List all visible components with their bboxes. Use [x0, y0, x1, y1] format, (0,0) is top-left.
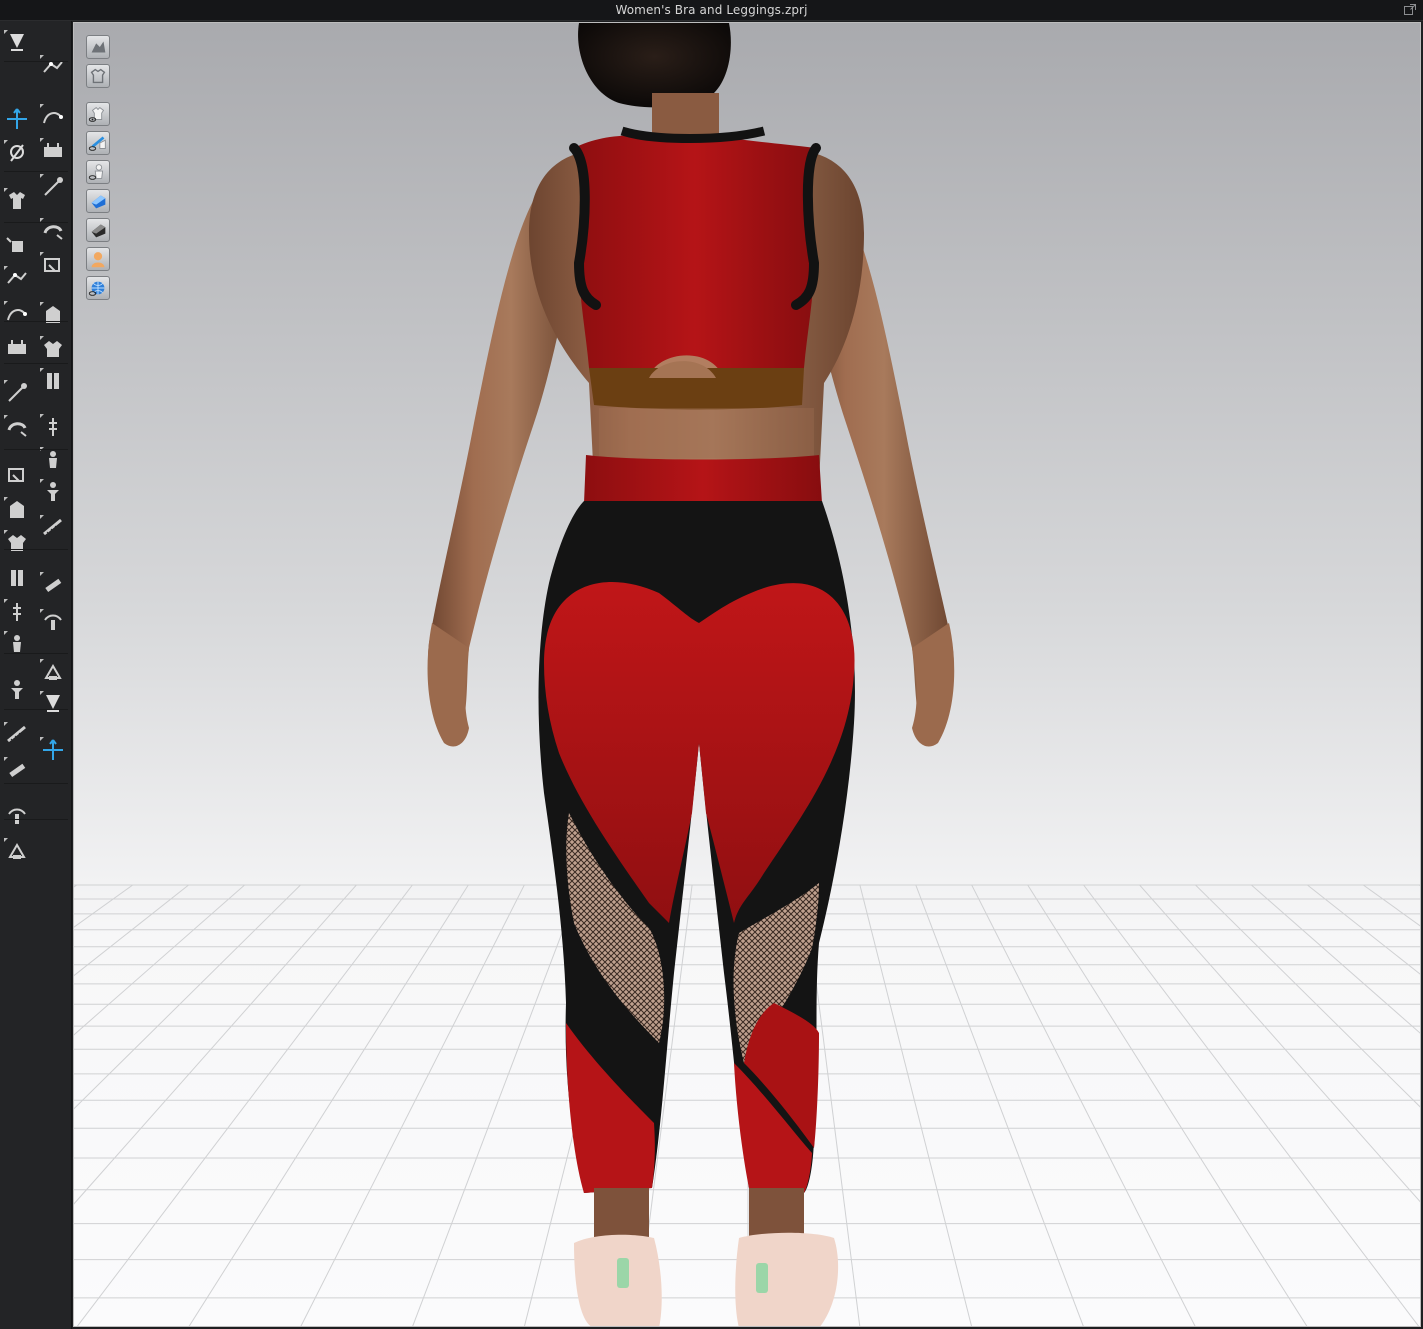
toolbar-separator [4, 819, 68, 820]
lock-button-icon[interactable] [39, 514, 67, 540]
select-move-icon[interactable] [3, 105, 31, 131]
garment-display-icon[interactable] [86, 64, 110, 88]
tack-arrows-icon[interactable] [39, 736, 67, 762]
measure-icon[interactable] [3, 721, 31, 747]
edit-trim-icon[interactable] [39, 251, 67, 277]
3d-scene [74, 23, 1420, 1326]
simulation-drop-icon[interactable] [3, 29, 31, 55]
strengthen-icon[interactable] [39, 137, 67, 163]
shade-solid-icon[interactable] [39, 658, 67, 684]
ruler-icon[interactable] [3, 756, 31, 782]
toolbar-separator [4, 61, 68, 62]
fix-pin-icon[interactable] [39, 173, 67, 199]
trim-icon[interactable] [39, 217, 67, 243]
ruler-curve-icon[interactable] [39, 301, 67, 327]
reset-2d-icon[interactable] [3, 461, 31, 487]
texture-surface-icon[interactable] [86, 189, 110, 213]
pin-icon[interactable] [3, 379, 31, 405]
show-garment-icon[interactable] [3, 187, 31, 213]
fold-arrange-icon[interactable] [3, 139, 31, 165]
puckering-icon[interactable] [39, 608, 67, 634]
toolbar-separator [4, 171, 68, 172]
window-title: Women's Bra and Leggings.zprj [615, 3, 808, 17]
edit-curvature-icon[interactable] [3, 300, 31, 326]
expand-window-icon[interactable] [1403, 3, 1417, 17]
show-garment-eye-icon[interactable] [86, 102, 110, 126]
zip-garment-icon[interactable] [3, 598, 31, 624]
mesh-display-icon[interactable] [86, 276, 110, 300]
edit-point-icon[interactable] [3, 265, 31, 291]
brush-icon[interactable] [3, 414, 31, 440]
toolbar-separator [4, 709, 68, 710]
shade-grey-icon[interactable] [39, 690, 67, 716]
avatar-pose-icon[interactable] [3, 676, 31, 702]
toolbar-separator [4, 363, 68, 364]
toolbar-separator [4, 222, 68, 223]
arrange-avatar-icon[interactable] [3, 496, 31, 522]
shaded-surface-icon[interactable] [86, 218, 110, 242]
window-title-bar: Women's Bra and Leggings.zprj [0, 0, 1423, 21]
toolbar-separator [4, 653, 68, 654]
3d-viewport[interactable] [73, 22, 1421, 1327]
walk-animation-icon[interactable] [39, 54, 67, 80]
graphic-icon[interactable] [39, 335, 67, 361]
button-icon[interactable] [39, 413, 67, 439]
steam-icon[interactable] [39, 103, 67, 129]
tape-icon[interactable] [3, 802, 31, 828]
left-tool-palette [0, 21, 72, 1329]
show-avatar-eye-icon[interactable] [86, 160, 110, 184]
gather-icon[interactable] [39, 478, 67, 504]
zipper-icon[interactable] [39, 571, 67, 597]
toolbar-separator [4, 321, 68, 322]
skin-avatar-icon[interactable] [86, 247, 110, 271]
avatar-display-icon[interactable] [86, 35, 110, 59]
transform-pattern-icon[interactable] [3, 232, 31, 258]
texture-icon[interactable] [39, 367, 67, 393]
fit-garment-icon[interactable] [3, 564, 31, 590]
toolbar-separator [4, 783, 68, 784]
fold-garment-icon[interactable] [3, 529, 31, 555]
hanger-icon[interactable] [3, 837, 31, 863]
toolbar-separator [4, 549, 68, 550]
show-internal-lines-eye-icon[interactable] [86, 131, 110, 155]
toolbar-separator [4, 449, 68, 450]
tack-icon[interactable] [3, 334, 31, 360]
